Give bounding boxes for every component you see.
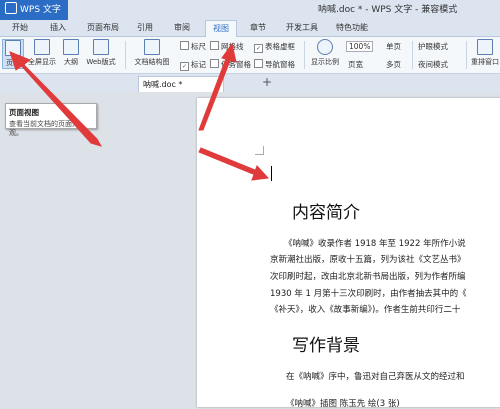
marks-label: 标记 bbox=[191, 60, 206, 69]
single-page-button[interactable]: 单页 bbox=[386, 41, 401, 52]
ribbon-divider bbox=[304, 41, 305, 69]
wps-menu-button[interactable]: WPS 文字▼ bbox=[0, 0, 68, 34]
document-tab-label: 呐喊.doc * bbox=[143, 80, 183, 89]
tooltip-description: 查看当前文档的页面外 观。 bbox=[9, 120, 93, 138]
paragraph-line: 《呐喊》收录作者 1918 年至 1922 年所作小说 bbox=[284, 239, 466, 249]
outline-label: 大纲 bbox=[64, 58, 78, 66]
tab-references[interactable]: 引用 bbox=[133, 20, 157, 36]
eye-mode-button[interactable]: 护眼模式 bbox=[418, 41, 448, 52]
full-screen-button[interactable]: 全屏显示 bbox=[26, 39, 58, 67]
tooltip-title: 页面视图 bbox=[9, 108, 39, 117]
tab-review[interactable]: 审阅 bbox=[170, 20, 194, 36]
wps-logo-icon bbox=[5, 2, 17, 14]
checkbox-checked-icon: ✓ bbox=[180, 62, 189, 71]
full-screen-icon bbox=[34, 39, 50, 55]
ruler-label: 标尺 bbox=[191, 42, 206, 51]
paragraph-line: 《呐喊》插图 陈玉先 绘(3 张) bbox=[286, 399, 400, 409]
tooltip-desc-line1: 查看当前文档的页面外 bbox=[9, 120, 79, 128]
paragraph-line: 在《呐喊》序中，鲁迅对自己弃医从文的经过和 bbox=[286, 372, 465, 382]
tab-chapter[interactable]: 章节 bbox=[246, 20, 270, 36]
view-ribbon: 页面 全屏显示 大纲 Web版式 文档结构图 标尺 网格线 ✓ 表格虚框 ✓ 标记 … bbox=[0, 37, 500, 74]
page-view-tooltip: 页面视图 查看当前文档的页面外 观。 bbox=[5, 103, 97, 137]
page-view-button[interactable]: 页面 bbox=[2, 39, 24, 69]
tab-insert[interactable]: 插入 bbox=[46, 20, 70, 36]
checkbox-icon bbox=[210, 41, 219, 50]
full-screen-label: 全屏显示 bbox=[28, 58, 56, 66]
zoom-ratio-label: 显示比例 bbox=[311, 58, 339, 66]
text-cursor bbox=[271, 166, 272, 181]
paragraph-line: 《补天》，收入《故事新编》)。作者生前共印行二十 bbox=[270, 305, 461, 315]
tab-home[interactable]: 开始 bbox=[8, 20, 32, 36]
web-layout-label: Web版式 bbox=[86, 58, 116, 66]
window-title: 呐喊.doc * - WPS 文字 - 兼容模式 bbox=[318, 5, 458, 15]
checkbox-icon bbox=[254, 59, 263, 68]
task-pane-checkbox[interactable]: 任务窗格 bbox=[210, 59, 251, 70]
page-view-icon bbox=[5, 40, 21, 56]
table-borders-label: 表格虚框 bbox=[265, 42, 295, 51]
web-layout-button[interactable]: Web版式 bbox=[84, 39, 118, 67]
tab-page-layout[interactable]: 页面布局 bbox=[84, 20, 122, 36]
task-pane-label: 任务窗格 bbox=[221, 60, 251, 69]
marks-checkbox[interactable]: ✓ 标记 bbox=[180, 59, 206, 71]
ruler-checkbox[interactable]: 标尺 bbox=[180, 41, 206, 52]
paragraph-line: 京新潮社出版，原收十五篇，列为该社《文艺丛书》 bbox=[270, 255, 466, 265]
app-name: WPS 文字 bbox=[20, 5, 61, 15]
paragraph-line: 次印刷时起，改由北京北新书局出版，列为作者所编 bbox=[270, 272, 466, 282]
new-tab-plus-icon[interactable]: + bbox=[262, 75, 272, 89]
rearrange-window-button[interactable]: 重排窗口 bbox=[470, 39, 500, 67]
document-tab-bar: 呐喊.doc * + bbox=[0, 74, 500, 93]
zoom-ratio-button[interactable]: 显示比例 bbox=[308, 39, 342, 67]
web-layout-icon bbox=[93, 39, 109, 55]
table-borders-checkbox[interactable]: ✓ 表格虚框 bbox=[254, 41, 295, 53]
outline-button[interactable]: 大纲 bbox=[60, 39, 82, 67]
checkbox-icon bbox=[180, 41, 189, 50]
tab-view[interactable]: 视图 bbox=[205, 20, 237, 37]
doc-structure-icon bbox=[144, 39, 160, 55]
checkbox-checked-icon: ✓ bbox=[254, 44, 263, 53]
magnifier-icon bbox=[317, 39, 333, 55]
ribbon-divider bbox=[466, 41, 467, 69]
nav-pane-label: 导航窗格 bbox=[265, 60, 295, 69]
ribbon-divider bbox=[125, 41, 126, 69]
tab-developer[interactable]: 开发工具 bbox=[282, 20, 322, 36]
tooltip-desc-line2: 观。 bbox=[9, 129, 23, 137]
page-width-button[interactable]: 页宽 bbox=[348, 59, 363, 70]
page-view-label: 页面 bbox=[6, 59, 20, 67]
heading-intro: 内容简介 bbox=[292, 203, 360, 223]
rearrange-window-icon bbox=[477, 39, 493, 55]
paragraph-line: 1930 年 1 月第十三次印刷时，由作者抽去其中的《 bbox=[270, 289, 467, 299]
gridlines-checkbox[interactable]: 网格线 bbox=[210, 41, 244, 52]
title-bar: WPS 文字▼ 呐喊.doc * - WPS 文字 - 兼容模式 bbox=[0, 0, 500, 34]
gridlines-label: 网格线 bbox=[221, 42, 244, 51]
ribbon-divider bbox=[412, 41, 413, 69]
document-tab[interactable]: 呐喊.doc * bbox=[138, 76, 224, 92]
zoom-100-button[interactable]: 100% bbox=[346, 41, 374, 52]
menu-tab-bar: 开始 插入 页面布局 引用 审阅 视图 章节 开发工具 特色功能 bbox=[0, 20, 500, 37]
nav-pane-checkbox[interactable]: 导航窗格 bbox=[254, 59, 295, 70]
checkbox-icon bbox=[210, 59, 219, 68]
rearrange-window-label: 重排窗口 bbox=[471, 58, 499, 66]
multi-page-button[interactable]: 多页 bbox=[386, 59, 401, 70]
doc-structure-label: 文档结构图 bbox=[134, 58, 170, 66]
heading-background: 写作背景 bbox=[292, 336, 360, 356]
doc-structure-button[interactable]: 文档结构图 bbox=[130, 39, 174, 67]
tab-features[interactable]: 特色功能 bbox=[332, 20, 372, 36]
margin-corner-mark bbox=[255, 146, 264, 155]
outline-icon bbox=[63, 39, 79, 55]
night-mode-button[interactable]: 夜间模式 bbox=[418, 59, 448, 70]
